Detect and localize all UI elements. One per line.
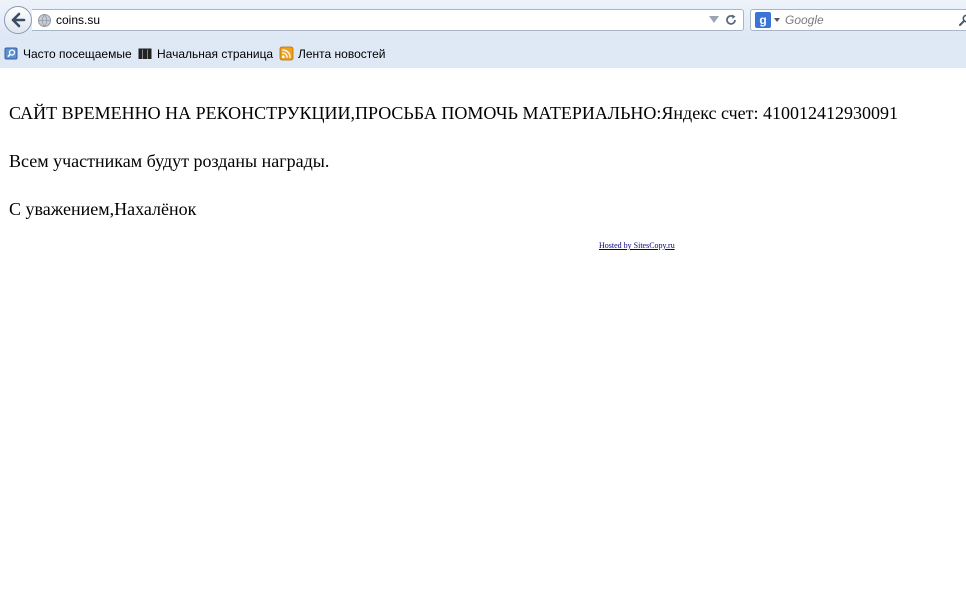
bookmark-label: Часто посещаемые: [23, 47, 132, 61]
bookmark-label: Начальная страница: [157, 47, 274, 61]
search-input[interactable]: Google: [785, 13, 824, 27]
address-bar[interactable]: coins.su: [32, 9, 744, 31]
rss-feed-icon: [279, 46, 294, 61]
hosted-by-link[interactable]: Hosted by SitesCopy.ru: [599, 241, 675, 250]
bookmark-news-feed[interactable]: Лента новостей: [279, 46, 389, 64]
bookmark-most-visited[interactable]: Часто посещаемые: [4, 46, 134, 64]
google-icon[interactable]: g: [755, 12, 771, 28]
reconstruction-notice: САЙТ ВРЕМЕННО НА РЕКОНСТРУКЦИИ,ПРОСЬБА П…: [9, 103, 899, 123]
search-bar[interactable]: g Google: [750, 9, 966, 31]
m-logo-icon: [138, 48, 152, 59]
bookmark-label: Лента новостей: [298, 47, 386, 61]
search-engine-dropdown-icon[interactable]: [774, 18, 780, 22]
url-history-dropdown-icon[interactable]: [709, 16, 719, 23]
search-folder-icon: [4, 47, 18, 60]
reload-icon[interactable]: [724, 13, 738, 27]
back-button[interactable]: [4, 6, 32, 34]
navigation-toolbar: coins.su g Google: [0, 0, 966, 40]
rewards-notice: Всем участникам будут розданы награды.: [9, 151, 330, 171]
bookmark-start-page[interactable]: Начальная страница: [138, 46, 274, 64]
bookmarks-toolbar: Часто посещаемые Начальная страница Лент…: [0, 42, 966, 66]
signature-line: С уважением,Нахалёнок: [9, 199, 197, 219]
search-icon[interactable]: [959, 14, 966, 26]
back-arrow-icon: [11, 12, 26, 28]
page-content: САЙТ ВРЕМЕННО НА РЕКОНСТРУКЦИИ,ПРОСЬБА П…: [0, 68, 966, 614]
globe-icon: [38, 14, 51, 27]
browser-chrome: coins.su g Google Часто посещаемые Начал…: [0, 0, 966, 69]
url-input[interactable]: coins.su: [56, 13, 100, 27]
